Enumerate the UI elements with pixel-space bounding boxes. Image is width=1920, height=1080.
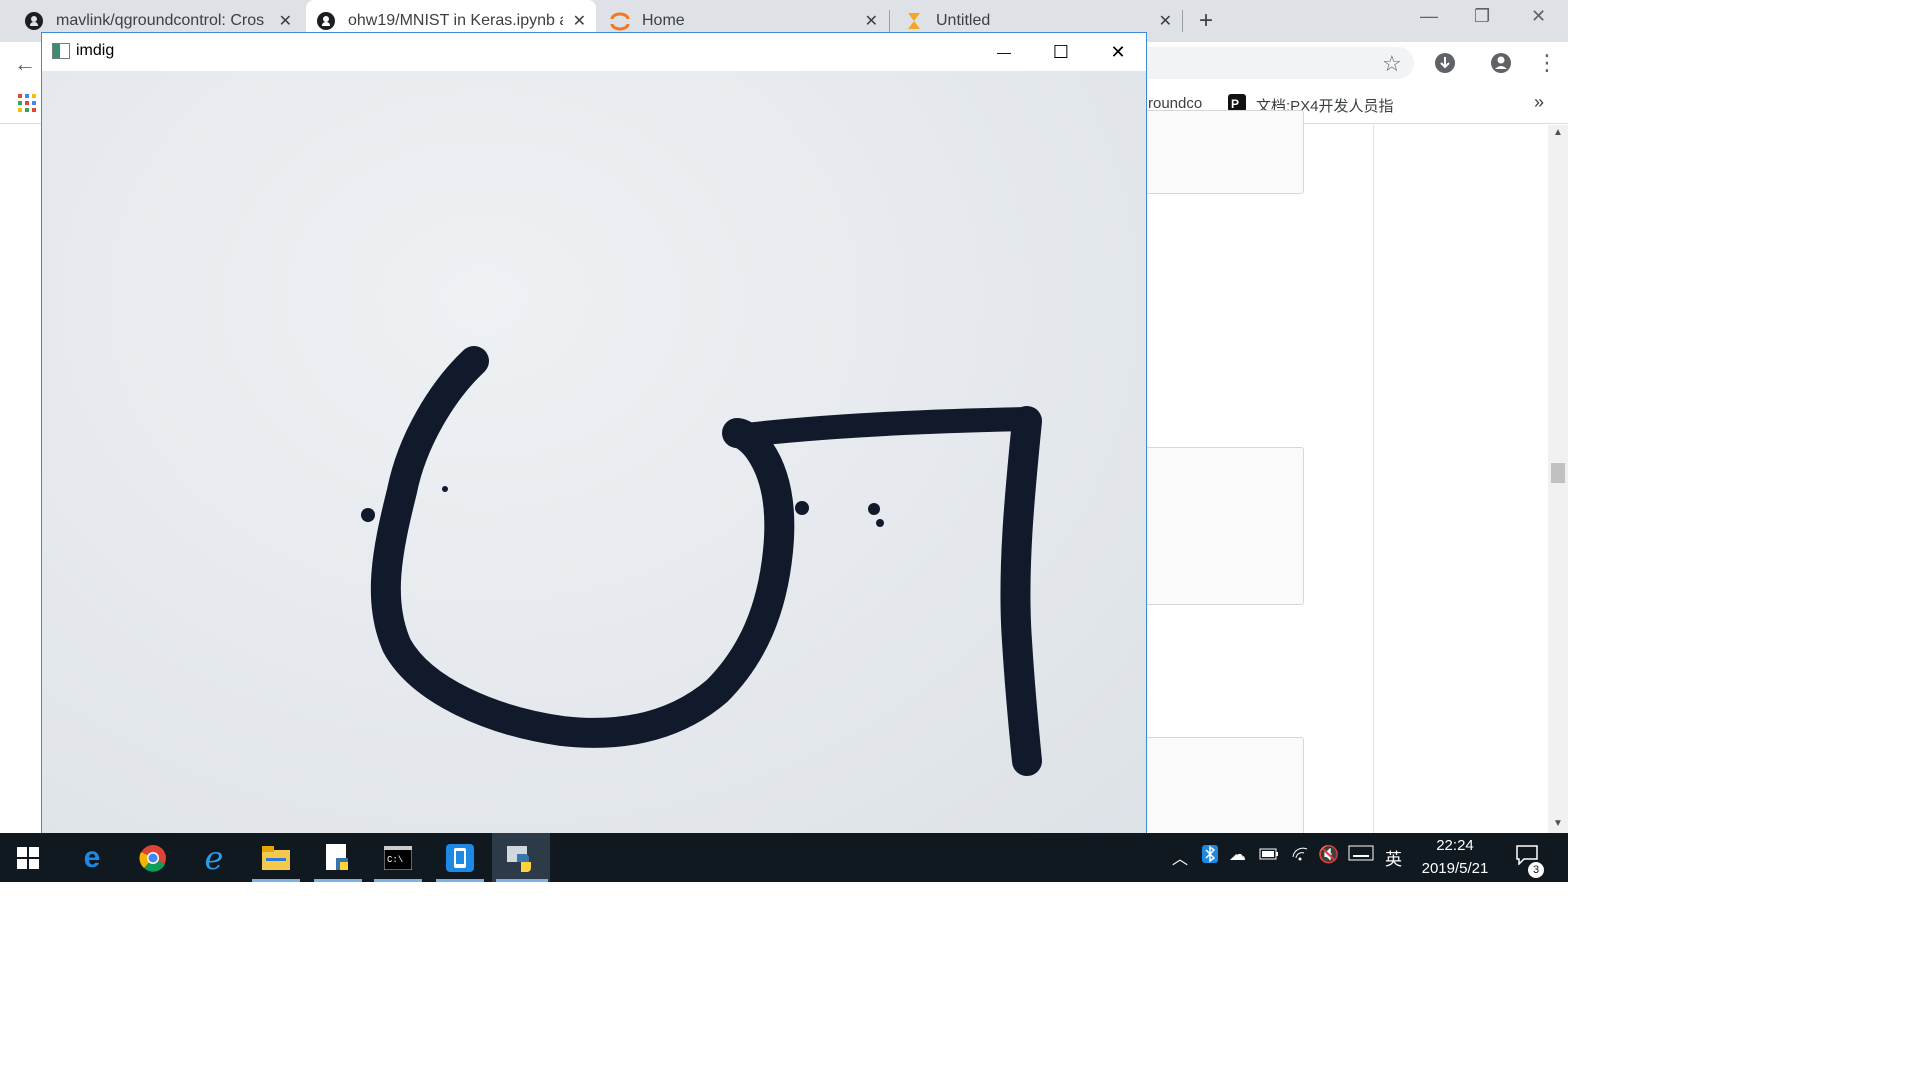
edge-icon[interactable]: e <box>74 840 110 876</box>
windows-start-icon[interactable] <box>10 840 46 876</box>
ink-speck <box>868 503 880 515</box>
tab-title: Home <box>642 12 685 29</box>
browser-minimize-icon[interactable]: — <box>1420 6 1438 27</box>
imdig-window: imdig — ☐ ✕ <box>41 32 1147 833</box>
python-file-icon[interactable] <box>320 840 356 876</box>
tab-title: Untitled <box>936 12 991 29</box>
back-arrow-icon[interactable]: ← <box>14 51 36 77</box>
github-icon <box>24 11 44 31</box>
onedrive-icon[interactable]: ☁ <box>1229 845 1246 865</box>
running-indicator <box>314 879 362 882</box>
new-tab-button[interactable]: + <box>1199 7 1213 35</box>
menu-icon[interactable]: ⋮ <box>1536 50 1558 76</box>
minimize-button[interactable]: — <box>976 33 1032 71</box>
scrollbar-thumb[interactable] <box>1551 463 1565 483</box>
browser-close-icon[interactable]: ✕ <box>1531 6 1546 27</box>
chrome-icon[interactable] <box>135 840 171 876</box>
close-button[interactable]: ✕ <box>1090 33 1146 71</box>
ink-stroke <box>725 407 1039 448</box>
tab-separator <box>889 10 890 32</box>
phone-icon[interactable] <box>442 840 478 876</box>
ime-indicator[interactable]: 英 <box>1385 845 1402 870</box>
panel-divider <box>1373 125 1374 833</box>
hourglass-icon <box>904 11 924 31</box>
github-icon <box>316 11 336 31</box>
keyboard-icon[interactable] <box>1348 845 1374 866</box>
wifi-icon[interactable] <box>1291 845 1309 866</box>
window-titlebar[interactable]: imdig — ☐ ✕ <box>42 33 1146 71</box>
content-card <box>1120 110 1304 194</box>
content-card <box>1120 737 1304 847</box>
tab-title: ohw19/MNIST in Keras.ipynb a <box>348 12 563 29</box>
file-explorer-icon[interactable] <box>258 840 294 876</box>
scroll-down-icon[interactable]: ▼ <box>1553 818 1563 829</box>
python-icon[interactable] <box>503 840 539 876</box>
apps-grid-icon[interactable] <box>18 94 36 117</box>
running-indicator <box>252 879 300 882</box>
svg-text:C:\: C:\ <box>387 855 403 865</box>
close-icon[interactable]: ✕ <box>1159 11 1172 31</box>
handwritten-digit-image <box>361 346 1042 776</box>
download-icon[interactable] <box>1434 52 1456 79</box>
volume-muted-icon[interactable]: 🔇 <box>1318 845 1339 865</box>
ie-icon[interactable]: ℯ <box>196 840 232 876</box>
star-icon[interactable]: ☆ <box>1382 51 1402 77</box>
close-icon[interactable]: ✕ <box>573 11 586 31</box>
tab-separator <box>1182 10 1183 32</box>
ink-speck <box>442 486 448 492</box>
clock-time[interactable]: 22:24 <box>1420 837 1490 854</box>
jupyter-icon <box>610 11 630 31</box>
account-icon[interactable] <box>1490 52 1512 79</box>
bookmarks-overflow-icon[interactable]: » <box>1534 92 1544 113</box>
content-card <box>1120 447 1304 605</box>
browser-restore-icon[interactable]: ❐ <box>1474 6 1490 27</box>
ink-stroke <box>370 346 795 748</box>
address-bar[interactable] <box>1146 47 1414 79</box>
tab-title: mavlink/qgroundcontrol: Cros <box>56 12 265 29</box>
image-window-icon <box>52 43 70 59</box>
ink-speck <box>876 519 884 527</box>
notification-count-badge: 3 <box>1528 862 1544 878</box>
show-hidden-icons-icon[interactable]: ︿ <box>1172 845 1188 869</box>
maximize-button[interactable]: ☐ <box>1033 33 1089 71</box>
ink-stroke <box>1000 406 1042 776</box>
ink-speck <box>795 501 809 515</box>
ink-speck <box>361 508 375 522</box>
close-icon[interactable]: ✕ <box>865 11 878 31</box>
scroll-up-icon[interactable]: ▲ <box>1553 127 1563 138</box>
image-canvas <box>42 71 1146 833</box>
running-indicator <box>374 879 422 882</box>
bluetooth-icon[interactable] <box>1202 845 1218 868</box>
clock-date[interactable]: 2019/5/21 <box>1412 860 1498 877</box>
battery-icon[interactable] <box>1259 845 1279 865</box>
terminal-icon[interactable]: C:\ <box>380 840 416 876</box>
svg-text:P: P <box>1231 97 1239 111</box>
window-title: imdig <box>76 42 115 59</box>
running-indicator <box>436 879 484 882</box>
close-icon[interactable]: ✕ <box>279 11 292 31</box>
running-indicator <box>496 879 548 882</box>
